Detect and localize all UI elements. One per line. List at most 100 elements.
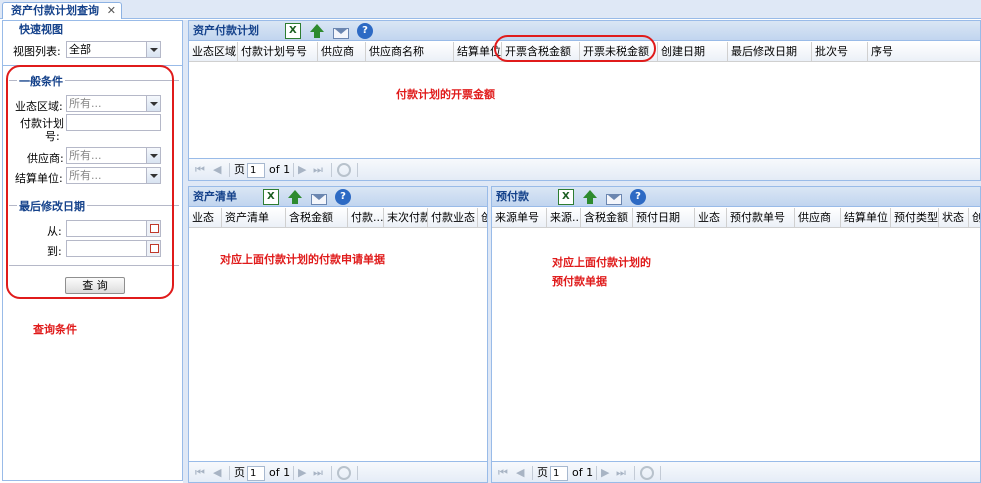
column-header[interactable]: 创	[477, 208, 487, 227]
column-header[interactable]: 含税金额	[580, 208, 632, 227]
refresh-icon[interactable]	[640, 466, 654, 480]
column-header[interactable]: 批次号	[811, 42, 867, 61]
page-label: 页	[234, 466, 245, 479]
mail-icon[interactable]	[606, 193, 622, 205]
pager-separator	[357, 466, 358, 480]
invoice-amount-highlight	[494, 35, 656, 62]
upload-icon[interactable]	[309, 23, 325, 39]
page-number-input[interactable]	[247, 163, 265, 178]
invoice-amount-annotation: 付款计划的开票金额	[396, 88, 495, 101]
column-header[interactable]: 供应商	[794, 208, 840, 227]
column-header[interactable]: 预付类型	[890, 208, 938, 227]
query-conditions-annotation: 查询条件	[33, 323, 77, 336]
column-header[interactable]: 创建日期	[657, 42, 727, 61]
payment-plan-toolbar: ?	[285, 23, 373, 39]
column-header[interactable]: 末次付款	[383, 208, 427, 227]
prepayment-title: 预付款	[496, 190, 529, 203]
view-list-label: 视图列表:	[13, 45, 61, 58]
tab-title: 资产付款计划查询	[11, 4, 99, 17]
first-page-icon[interactable]: ⏮	[195, 159, 205, 180]
page-label: 页	[234, 163, 245, 176]
column-header[interactable]: 预付款单号	[726, 208, 794, 227]
page-number-input[interactable]	[247, 466, 265, 481]
tab-asset-payment-plan-query[interactable]: 资产付款计划查询 ✕	[2, 2, 122, 19]
page-count: of 1	[269, 163, 291, 176]
column-header[interactable]: 付款计划号号	[237, 42, 317, 61]
tab-bar: 资产付款计划查询 ✕	[0, 0, 981, 19]
asset-list-title: 资产清单	[193, 190, 237, 203]
pager-separator	[532, 466, 533, 480]
column-header[interactable]: 预付日期	[632, 208, 694, 227]
next-page-icon[interactable]: ▶	[601, 462, 609, 482]
excel-export-icon[interactable]	[263, 189, 279, 205]
payment-plan-title: 资产付款计划	[193, 24, 259, 37]
close-icon[interactable]: ✕	[107, 3, 116, 18]
column-header[interactable]: 业态	[694, 208, 726, 227]
payment-plan-pager: ⏮ ◀ 页 of 1 ▶ ⏭	[189, 158, 980, 180]
column-header[interactable]: 来源单号	[492, 208, 546, 227]
column-header[interactable]: 含税金额	[285, 208, 347, 227]
column-header[interactable]: 最后修改日期	[727, 42, 811, 61]
asset-list-pager: ⏮ ◀ 页 of 1 ▶ ⏭	[189, 461, 487, 482]
column-header[interactable]: 结算单位	[840, 208, 890, 227]
chevron-down-icon[interactable]	[146, 42, 160, 57]
last-page-icon[interactable]: ⏭	[616, 462, 626, 482]
column-header[interactable]: 供应商	[317, 42, 365, 61]
column-header[interactable]: 付款业态	[427, 208, 477, 227]
view-list-value: 全部	[69, 43, 91, 56]
prepayment-toolbar: ?	[558, 189, 646, 205]
prepayment-annotation-line-1: 对应上面付款计划的	[552, 256, 651, 269]
page-count: of 1	[572, 466, 594, 479]
query-conditions-highlight	[6, 65, 174, 299]
column-header[interactable]: 付款...	[347, 208, 383, 227]
quick-view-section: 快速视图 视图列表: 全部	[3, 21, 182, 66]
column-header[interactable]: 业态区域	[189, 42, 237, 61]
pager-separator	[293, 466, 294, 480]
mail-icon[interactable]	[333, 27, 349, 39]
view-list-select[interactable]: 全部	[66, 41, 161, 58]
quick-view-title: 快速视图	[17, 21, 65, 37]
next-page-icon[interactable]: ▶	[298, 462, 306, 482]
first-page-icon[interactable]: ⏮	[498, 462, 508, 482]
column-header[interactable]: 来源...	[546, 208, 580, 227]
next-page-icon[interactable]: ▶	[298, 159, 306, 180]
pager-separator	[331, 466, 332, 480]
help-icon[interactable]: ?	[357, 23, 373, 39]
pager-separator	[660, 466, 661, 480]
page-count: of 1	[269, 466, 291, 479]
asset-list-toolbar: ?	[263, 189, 351, 205]
first-page-icon[interactable]: ⏮	[195, 462, 205, 482]
refresh-icon[interactable]	[337, 163, 351, 177]
asset-list-annotation: 对应上面付款计划的付款申请单据	[220, 253, 385, 266]
pager-separator	[331, 163, 332, 177]
mail-icon[interactable]	[311, 193, 327, 205]
page-label: 页	[537, 466, 548, 479]
pager-separator	[596, 466, 597, 480]
pager-separator	[229, 466, 230, 480]
column-header[interactable]: 供应商名称	[365, 42, 453, 61]
column-header[interactable]: 序号	[867, 42, 980, 61]
column-header[interactable]: 资产清单	[221, 208, 285, 227]
column-header[interactable]: 创	[968, 208, 980, 227]
prev-page-icon[interactable]: ◀	[213, 159, 221, 180]
prev-page-icon[interactable]: ◀	[213, 462, 221, 482]
help-icon[interactable]: ?	[630, 189, 646, 205]
column-header[interactable]: 状态	[938, 208, 968, 227]
pager-separator	[634, 466, 635, 480]
column-header[interactable]: 业态	[189, 208, 221, 227]
prepayment-annotation-line-2: 预付款单据	[552, 275, 607, 288]
page-number-input[interactable]	[550, 466, 568, 481]
help-icon[interactable]: ?	[335, 189, 351, 205]
asset-list-columns: 业态 资产清单 含税金额 付款... 末次付款 付款业态 创	[189, 208, 487, 228]
pager-separator	[357, 163, 358, 177]
upload-icon[interactable]	[582, 189, 598, 205]
upload-icon[interactable]	[287, 189, 303, 205]
excel-export-icon[interactable]	[285, 23, 301, 39]
prepayment-pager: ⏮ ◀ 页 of 1 ▶ ⏭	[492, 461, 980, 482]
excel-export-icon[interactable]	[558, 189, 574, 205]
prev-page-icon[interactable]: ◀	[516, 462, 524, 482]
last-page-icon[interactable]: ⏭	[313, 159, 323, 180]
last-page-icon[interactable]: ⏭	[313, 462, 323, 482]
refresh-icon[interactable]	[337, 466, 351, 480]
asset-list-header: 资产清单 ?	[189, 187, 487, 207]
